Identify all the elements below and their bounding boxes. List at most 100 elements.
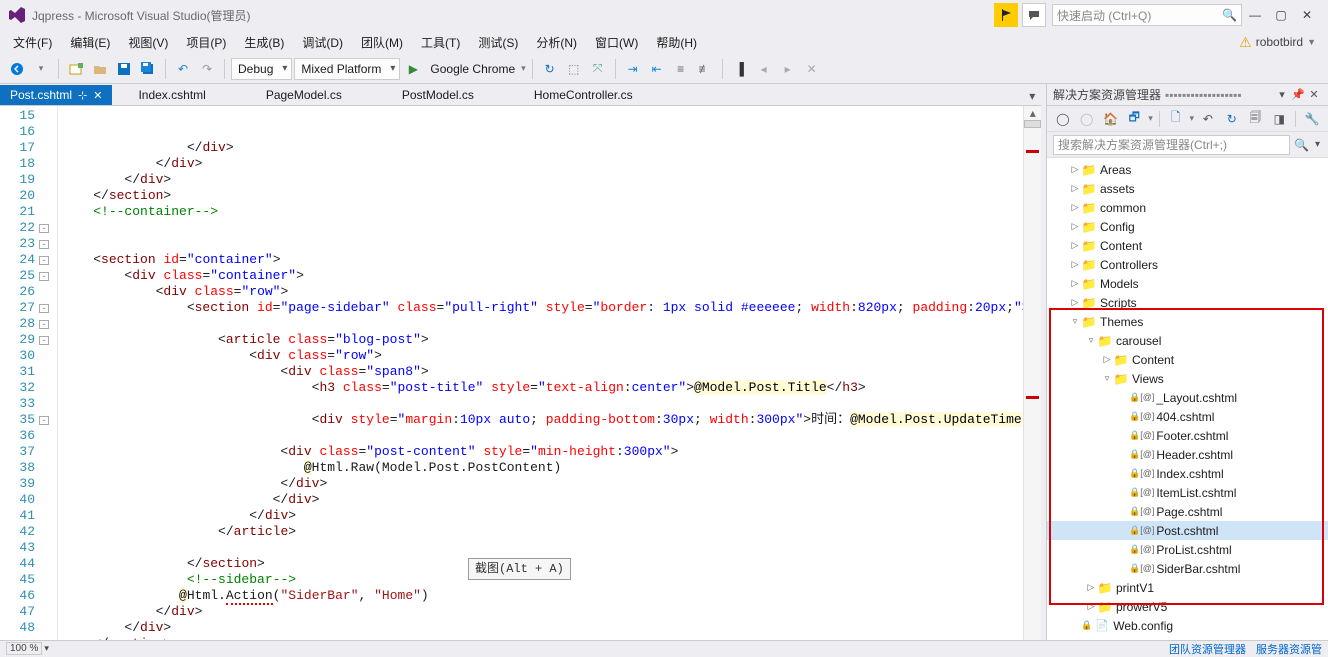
- bookmark-button[interactable]: ▐: [729, 58, 751, 80]
- se-collapse-button[interactable]: ↶: [1198, 109, 1218, 129]
- uncomment-button[interactable]: ≢: [694, 58, 716, 80]
- document-tab[interactable]: Index.cshtml: [128, 85, 215, 105]
- menu-item-10[interactable]: 窗口(W): [586, 31, 647, 54]
- tree-node[interactable]: ▷Scripts: [1047, 293, 1328, 312]
- document-tab[interactable]: Post.cshtml⊹✕: [0, 85, 112, 105]
- menu-item-3[interactable]: 项目(P): [177, 31, 235, 54]
- expand-icon[interactable]: ▷: [1069, 297, 1081, 308]
- browser-link-button[interactable]: ↻: [539, 58, 561, 80]
- panel-pin-button[interactable]: 📌: [1290, 87, 1306, 103]
- se-preview-button[interactable]: ◨: [1269, 109, 1289, 129]
- expand-icon[interactable]: ▿: [1101, 373, 1113, 384]
- save-button[interactable]: [113, 58, 135, 80]
- tree-node[interactable]: ▷Models: [1047, 274, 1328, 293]
- se-fwd-button[interactable]: ◯: [1077, 109, 1097, 129]
- se-showall-button[interactable]: ↻: [1222, 109, 1242, 129]
- tree-node[interactable]: ▷printV1: [1047, 578, 1328, 597]
- nav-back-button[interactable]: [6, 58, 28, 80]
- expand-icon[interactable]: ▷: [1069, 278, 1081, 289]
- status-tab[interactable]: 服务器资源管: [1256, 641, 1322, 657]
- pin-icon[interactable]: ⊹: [78, 89, 87, 102]
- tree-node[interactable]: ▷common: [1047, 198, 1328, 217]
- redo-button[interactable]: ↷: [196, 58, 218, 80]
- tree-node[interactable]: ▷Content: [1047, 350, 1328, 369]
- tree-node[interactable]: ▷🔒[@]Page.cshtml: [1047, 502, 1328, 521]
- minimize-button[interactable]: —: [1242, 4, 1268, 26]
- menu-item-2[interactable]: 视图(V): [119, 31, 177, 54]
- tree-node[interactable]: ▷Areas: [1047, 160, 1328, 179]
- quick-launch-input[interactable]: 快速启动 (Ctrl+Q) 🔍: [1052, 4, 1242, 26]
- undo-button[interactable]: ↶: [172, 58, 194, 80]
- vertical-scrollbar[interactable]: ▴: [1023, 106, 1041, 640]
- se-prop-button[interactable]: 🗐: [1246, 109, 1266, 129]
- tree-node[interactable]: ▷🔒[@]SiderBar.cshtml: [1047, 559, 1328, 578]
- tree-node[interactable]: ▷🔒[@]_Layout.cshtml: [1047, 388, 1328, 407]
- prev-bookmark[interactable]: ◂: [753, 58, 775, 80]
- tree-node[interactable]: ▷Config: [1047, 217, 1328, 236]
- step2-button[interactable]: ⇤: [646, 58, 668, 80]
- new-project-button[interactable]: [65, 58, 87, 80]
- expand-icon[interactable]: ▷: [1069, 221, 1081, 232]
- tree-node[interactable]: ▷🔒[@]Post.cshtml: [1047, 521, 1328, 540]
- toolbar-extra1[interactable]: ⬚: [563, 58, 585, 80]
- se-wrench-button[interactable]: 🔧: [1302, 109, 1322, 129]
- user-account[interactable]: ⚠ robotbird ▼: [1239, 34, 1324, 51]
- find-button[interactable]: ⤧: [587, 58, 609, 80]
- menu-item-7[interactable]: 工具(T): [412, 31, 469, 54]
- tabs-overflow-button[interactable]: ▾: [1023, 87, 1041, 105]
- menu-item-1[interactable]: 编辑(E): [61, 31, 119, 54]
- expand-icon[interactable]: ▷: [1069, 164, 1081, 175]
- close-button[interactable]: ✕: [1294, 4, 1320, 26]
- menu-item-4[interactable]: 生成(B): [235, 31, 293, 54]
- open-file-button[interactable]: [89, 58, 111, 80]
- notification-flag-icon[interactable]: [994, 3, 1018, 27]
- zoom-level[interactable]: 100 %: [6, 642, 42, 655]
- menu-item-9[interactable]: 分析(N): [527, 31, 586, 54]
- expand-icon[interactable]: ▿: [1085, 335, 1097, 346]
- solution-tree[interactable]: ▷Areas▷assets▷common▷Config▷Content▷Cont…: [1047, 158, 1328, 640]
- platform-combo[interactable]: Mixed Platform: [294, 58, 400, 80]
- tree-node[interactable]: ▷🔒Web.config: [1047, 616, 1328, 635]
- tree-node[interactable]: ▿Views: [1047, 369, 1328, 388]
- tree-node[interactable]: ▷assets: [1047, 179, 1328, 198]
- expand-icon[interactable]: ▿: [1069, 316, 1081, 327]
- expand-icon[interactable]: ▷: [1069, 183, 1081, 194]
- step-button[interactable]: ⇥: [622, 58, 644, 80]
- tree-node[interactable]: ▷prowerV5: [1047, 597, 1328, 616]
- maximize-button[interactable]: ▢: [1268, 4, 1294, 26]
- tree-node[interactable]: ▷🔒[@]Footer.cshtml: [1047, 426, 1328, 445]
- expand-icon[interactable]: ▷: [1069, 240, 1081, 251]
- menu-item-5[interactable]: 调试(D): [293, 31, 352, 54]
- panel-close-button[interactable]: ✕: [1306, 87, 1322, 103]
- split-handle[interactable]: [1024, 120, 1041, 128]
- tree-node[interactable]: ▷🔒[@]Index.cshtml: [1047, 464, 1328, 483]
- document-tab[interactable]: PostModel.cs: [392, 85, 484, 105]
- document-tab[interactable]: PageModel.cs: [256, 85, 352, 105]
- se-refresh-button[interactable]: 🗋: [1166, 109, 1186, 129]
- menu-item-0[interactable]: 文件(F): [4, 31, 61, 54]
- se-sync-button[interactable]: 🗗: [1124, 109, 1144, 129]
- zoom-dropdown-icon[interactable]: ▾: [44, 643, 49, 654]
- expand-icon[interactable]: ▷: [1085, 582, 1097, 593]
- tree-node[interactable]: ▿carousel: [1047, 331, 1328, 350]
- search-icon[interactable]: 🔍: [1290, 138, 1313, 152]
- tree-node[interactable]: ▿Themes: [1047, 312, 1328, 331]
- next-bookmark[interactable]: ▸: [777, 58, 799, 80]
- clear-bookmark[interactable]: ✕: [801, 58, 823, 80]
- tree-node[interactable]: ▷🔒[@]404.cshtml: [1047, 407, 1328, 426]
- tree-node[interactable]: ▷Content: [1047, 236, 1328, 255]
- run-target-label[interactable]: Google Chrome: [426, 62, 519, 76]
- document-tab[interactable]: HomeController.cs: [524, 85, 643, 105]
- tree-node[interactable]: ▷🔒[@]ProList.cshtml: [1047, 540, 1328, 559]
- expand-icon[interactable]: ▷: [1069, 202, 1081, 213]
- se-home-button[interactable]: 🏠: [1101, 109, 1121, 129]
- comment-button[interactable]: ≡: [670, 58, 692, 80]
- panel-dropdown-button[interactable]: ▾: [1274, 87, 1290, 103]
- nav-fwd-button[interactable]: ▾: [30, 58, 52, 80]
- scroll-up-icon[interactable]: ▴: [1024, 106, 1041, 120]
- tree-node[interactable]: ▷Controllers: [1047, 255, 1328, 274]
- start-debug-button[interactable]: ▶: [402, 58, 424, 80]
- code-editor[interactable]: </div> </div> </div> </section> <!--cont…: [58, 106, 1023, 640]
- close-icon[interactable]: ✕: [93, 89, 102, 102]
- menu-item-8[interactable]: 测试(S): [469, 31, 527, 54]
